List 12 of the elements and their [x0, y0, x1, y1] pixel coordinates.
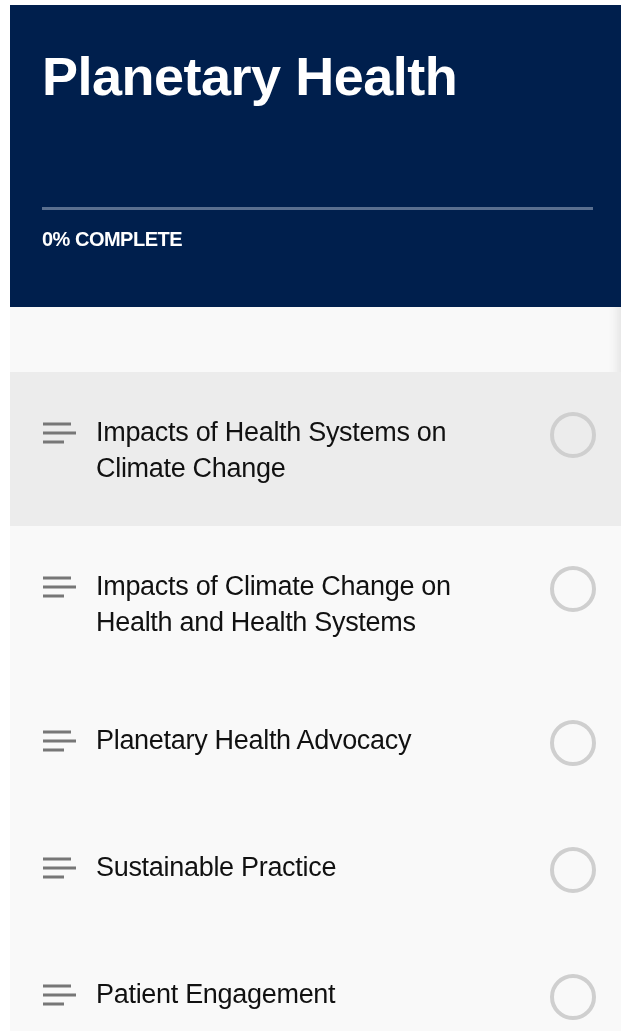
lesson-title: Impacts of Health Systems on Climate Change	[96, 416, 448, 485]
progress-label: 0% COMPLETE	[42, 228, 184, 251]
lines-icon	[42, 730, 76, 752]
lesson-title: Planetary Health Advocacy	[96, 724, 413, 757]
lines-icon	[42, 984, 76, 1006]
lines-icon	[42, 576, 76, 598]
course-title: Planetary Health	[42, 45, 459, 108]
lines-icon	[42, 857, 76, 879]
lines-icon	[42, 422, 76, 444]
lesson-title: Sustainable Practice	[96, 851, 338, 884]
lesson-title: Impacts of Climate Change on Health and Health Systems	[96, 570, 452, 639]
lesson-title: Patient Engagement	[96, 978, 337, 1011]
